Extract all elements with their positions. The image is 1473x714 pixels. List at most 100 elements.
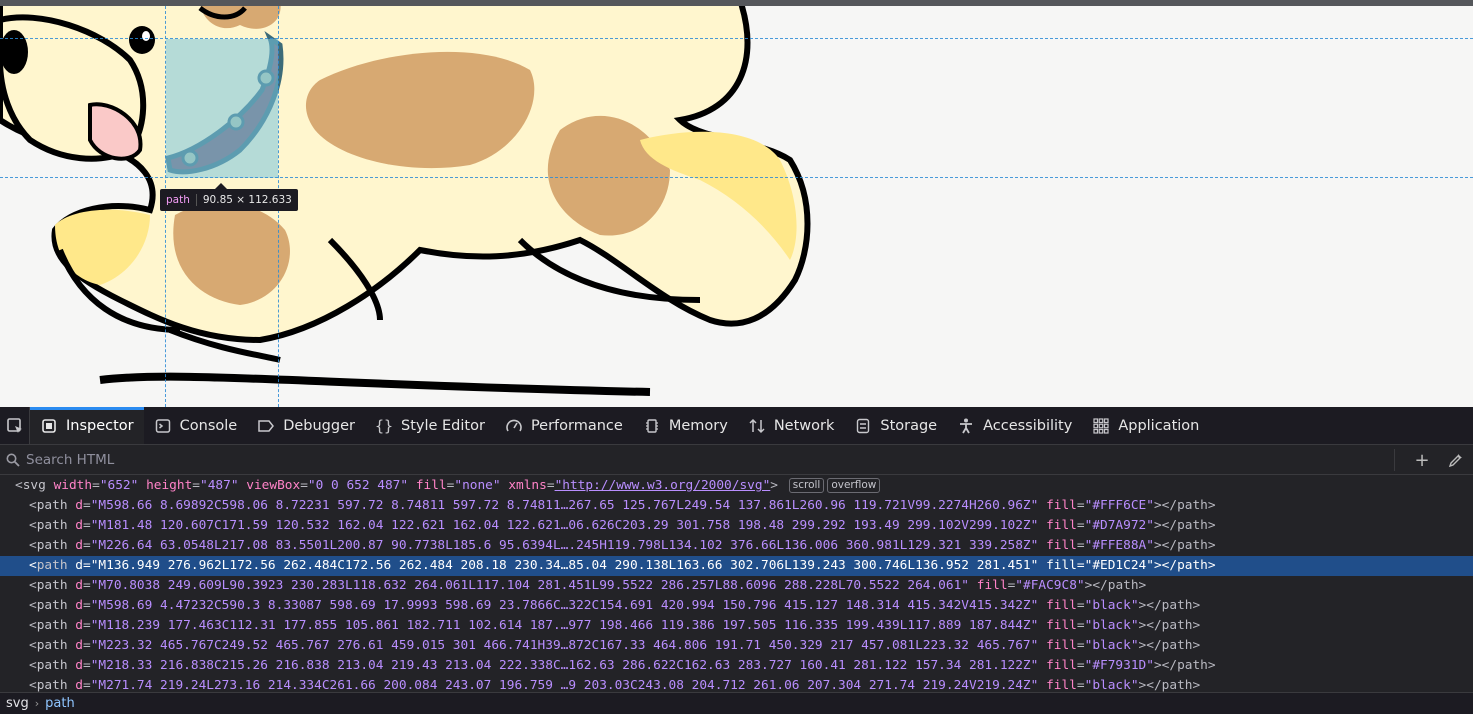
attr-name: fill: [1046, 538, 1077, 553]
overflow-badge[interactable]: overflow: [827, 478, 881, 493]
tag-open-bracket: <: [29, 558, 37, 573]
attr-value-fill: "#ED1C24": [1084, 558, 1154, 573]
attr-value-fill: "#FAC9C8": [1015, 578, 1085, 593]
tag-close: ></path>: [1153, 658, 1216, 673]
tag-name: svg: [22, 478, 46, 493]
debugger-icon: [257, 417, 275, 435]
tab-label: Storage: [880, 417, 938, 434]
attr-name: height: [146, 478, 193, 493]
tab-label: Accessibility: [983, 417, 1073, 434]
tree-row-path[interactable]: <path d="M136.949 276.962L172.56 262.484…: [0, 556, 1473, 576]
tag-name: path: [36, 598, 68, 613]
attr-value-link[interactable]: "http://www.w3.org/2000/svg": [555, 478, 771, 493]
tag-close: ></path>: [1153, 518, 1216, 533]
devtools-panel: Inspector Console Debugger {} Style Edit…: [0, 407, 1473, 714]
tree-row-path[interactable]: <path d="M598.66 8.69892C598.06 8.72231 …: [0, 496, 1473, 516]
attr-value-fill: "#FFE88A": [1084, 538, 1154, 553]
tab-application[interactable]: Application: [1082, 407, 1209, 444]
tag-close: ></path>: [1153, 558, 1216, 573]
memory-icon: [643, 417, 661, 435]
search-input[interactable]: Search HTML: [26, 452, 114, 468]
attr-name: d: [75, 538, 83, 553]
grid-icon: [1092, 417, 1110, 435]
attr-value: "0 0 652 487": [307, 478, 409, 493]
attr-value-fill: "black": [1084, 618, 1139, 633]
eyedropper-button[interactable]: [1439, 452, 1473, 468]
equals: =: [1076, 558, 1085, 573]
tag-name: path: [36, 618, 68, 633]
element-highlight-box: [166, 39, 278, 178]
tab-console[interactable]: Console: [144, 407, 248, 444]
equals: =: [1076, 658, 1085, 673]
equals: =: [192, 478, 201, 493]
equals: =: [1076, 638, 1085, 653]
attr-value-fill: "black": [1084, 678, 1139, 693]
scroll-badge[interactable]: scroll: [788, 478, 825, 493]
equals: =: [82, 638, 91, 653]
attr-value-d: "M118.239 177.463C112.31 177.855 105.861…: [90, 618, 1039, 633]
tab-storage[interactable]: Storage: [844, 407, 947, 444]
tag-open-bracket: <: [29, 638, 37, 653]
attr-name: fill: [1046, 678, 1077, 693]
tab-network[interactable]: Network: [738, 407, 845, 444]
tree-row-path[interactable]: <path d="M226.64 63.0548L217.08 83.5501L…: [0, 536, 1473, 556]
tab-debugger[interactable]: Debugger: [247, 407, 365, 444]
attr-value-fill: "#D7A972": [1084, 518, 1154, 533]
equals: =: [82, 578, 91, 593]
tree-row-path[interactable]: <path d="M598.69 4.47232C590.3 8.33087 5…: [0, 596, 1473, 616]
element-picker-button[interactable]: [0, 407, 30, 444]
tab-label: Memory: [668, 417, 728, 434]
attr-value-d: "M598.66 8.69892C598.06 8.72231 597.72 8…: [90, 498, 1039, 513]
tree-row-path[interactable]: <path d="M218.33 216.838C215.26 216.838 …: [0, 656, 1473, 676]
tab-inspector[interactable]: Inspector: [30, 407, 144, 444]
equals: =: [82, 598, 91, 613]
tree-row-path[interactable]: <path d="M70.8038 249.609L90.3923 230.28…: [0, 576, 1473, 596]
tree-row-path[interactable]: <path d="M223.32 465.767C249.52 465.767 …: [0, 636, 1473, 656]
tag-name: path: [36, 518, 68, 533]
attr-value-fill: "black": [1084, 598, 1139, 613]
toolbar-separator: [1394, 449, 1395, 471]
tag-close: ></path>: [1138, 618, 1201, 633]
tag-open-bracket: <: [29, 538, 37, 553]
tag-close: ></path>: [1138, 638, 1201, 653]
attr-name: fill: [1046, 558, 1077, 573]
equals: =: [546, 478, 555, 493]
breadcrumb-svg[interactable]: svg: [6, 696, 29, 711]
add-node-button[interactable]: +: [1405, 450, 1439, 471]
markup-tree[interactable]: <svg width="652" height="487" viewBox="0…: [0, 475, 1473, 696]
tab-memory[interactable]: Memory: [633, 407, 738, 444]
breadcrumb-path[interactable]: path: [45, 696, 75, 711]
tab-label: Application: [1118, 417, 1200, 434]
page-viewport[interactable]: path 90.85 × 112.633: [0, 6, 1473, 407]
path-rows: <path d="M598.66 8.69892C598.06 8.72231 …: [0, 496, 1473, 696]
tree-row-svg[interactable]: <svg width="652" height="487" viewBox="0…: [0, 476, 1473, 496]
tag-open-bracket: <: [15, 478, 23, 493]
attr: viewBox="0 0 652 487": [246, 478, 408, 493]
tag-open-bracket: <: [29, 598, 37, 613]
attr-name: d: [75, 658, 83, 673]
tab-performance[interactable]: Performance: [495, 407, 633, 444]
tree-row-path[interactable]: <path d="M118.239 177.463C112.31 177.855…: [0, 616, 1473, 636]
tag-open-bracket: <: [29, 658, 37, 673]
tag-name: path: [36, 678, 68, 693]
picker-icon: [6, 417, 22, 433]
console-icon: [154, 417, 172, 435]
tab-accessibility[interactable]: Accessibility: [947, 407, 1082, 444]
attr: height="487": [146, 478, 238, 493]
search-html-bar[interactable]: Search HTML +: [0, 445, 1473, 475]
equals: =: [1076, 678, 1085, 693]
tag-close: ></path>: [1138, 678, 1201, 693]
attr-name: d: [75, 638, 83, 653]
tree-row-path[interactable]: <path d="M181.48 120.607C171.59 120.532 …: [0, 516, 1473, 536]
infobar-arrow: [215, 183, 227, 189]
tab-style-editor[interactable]: {} Style Editor: [365, 407, 495, 444]
